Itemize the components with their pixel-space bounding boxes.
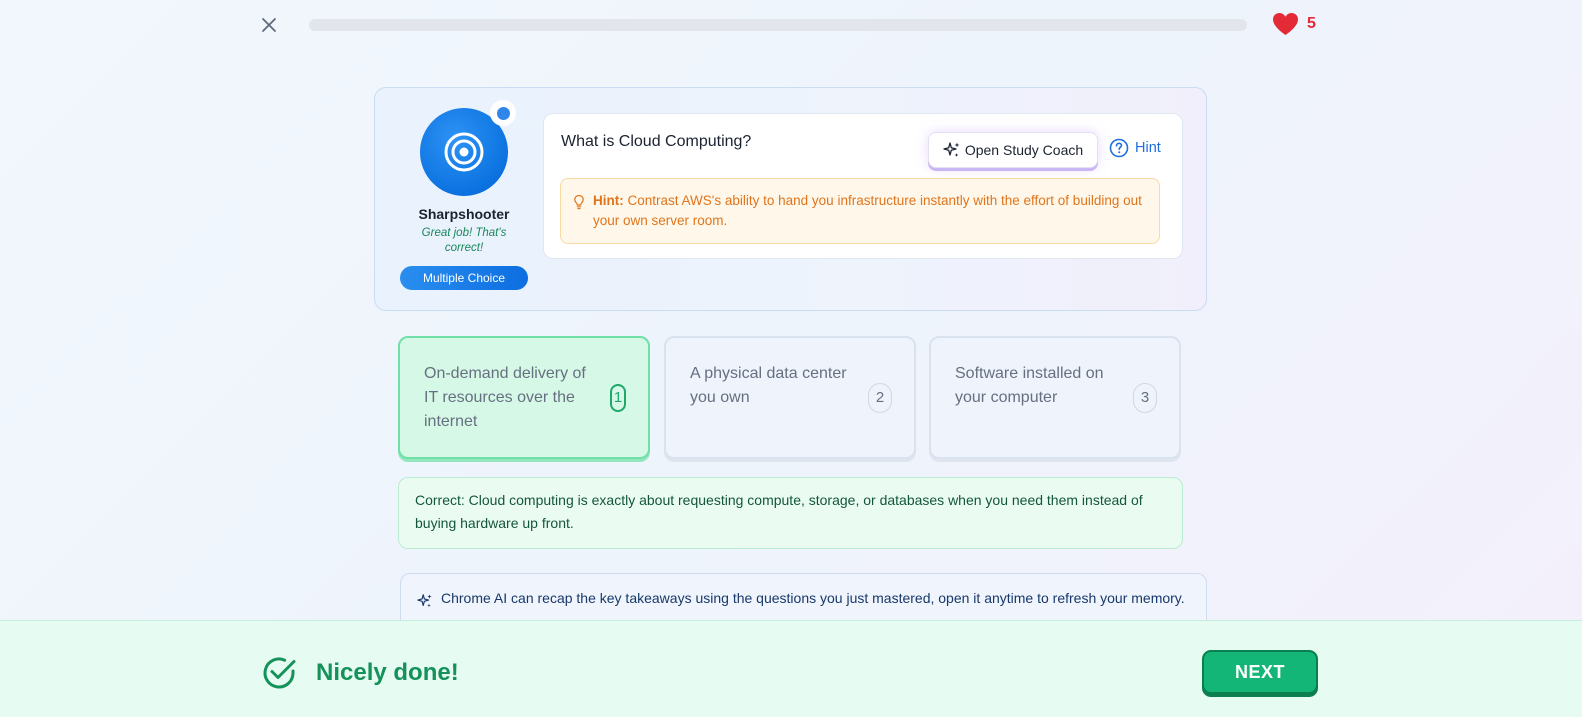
question-card: Sharpshooter Great job! That's correct! … [374, 87, 1207, 311]
next-button[interactable]: NEXT [1202, 650, 1318, 694]
sparkle-icon [943, 142, 960, 157]
answer-text: Software installed on your computer [955, 365, 1104, 406]
achievement-badge: Sharpshooter Great job! That's correct! … [399, 100, 529, 290]
answer-option-1[interactable]: On-demand delivery of IT resources over … [398, 336, 650, 459]
badge-status-dot [490, 100, 516, 126]
hearts-counter: 5 [1272, 12, 1316, 36]
hearts-count: 5 [1307, 15, 1316, 32]
lesson-progress-bar [309, 19, 1247, 31]
open-study-coach-button[interactable]: Open Study Coach [928, 132, 1098, 168]
close-button[interactable] [258, 14, 280, 36]
target-icon [444, 132, 484, 172]
sparkle-icon [417, 594, 432, 608]
badge-message: Great job! That's correct! [421, 227, 507, 254]
answer-feedback: Correct: Cloud computing is exactly abou… [398, 477, 1183, 549]
lightbulb-icon [574, 194, 584, 210]
answer-option-2[interactable]: A physical data center you own 2 [664, 336, 916, 459]
hint-prefix: Hint: [593, 193, 624, 208]
close-icon [262, 18, 276, 32]
study-coach-label: Open Study Coach [964, 142, 1084, 158]
heart-icon [1273, 13, 1298, 35]
answer-text: A physical data center you own [690, 365, 847, 406]
question-box: What is Cloud Computing? Open Study Coac… [543, 113, 1183, 259]
ai-recap-text: Chrome AI can recap the key takeaways us… [441, 590, 1185, 606]
badge-name: Sharpshooter [418, 206, 510, 222]
status-message: Nicely done! [316, 659, 459, 686]
answer-text: On-demand delivery of IT resources over … [424, 365, 586, 430]
answer-number: 1 [610, 383, 626, 412]
answer-option-3[interactable]: Software installed on your computer 3 [929, 336, 1181, 459]
hint-button[interactable]: Hint [1109, 138, 1161, 158]
hint-box: Hint: Contrast AWS's ability to hand you… [560, 178, 1160, 244]
badge-circle [420, 100, 516, 196]
footer-bar: Nicely done! NEXT [0, 620, 1582, 717]
answer-number: 3 [1133, 382, 1157, 413]
hint-button-label: Hint [1135, 140, 1161, 156]
answer-number: 2 [868, 382, 892, 413]
question-type-pill: Multiple Choice [400, 266, 528, 290]
hint-text: Contrast AWS's ability to hand you infra… [593, 193, 1142, 228]
question-circle-icon [1109, 138, 1129, 158]
question-text: What is Cloud Computing? [561, 133, 752, 150]
check-circle-icon [263, 657, 296, 689]
